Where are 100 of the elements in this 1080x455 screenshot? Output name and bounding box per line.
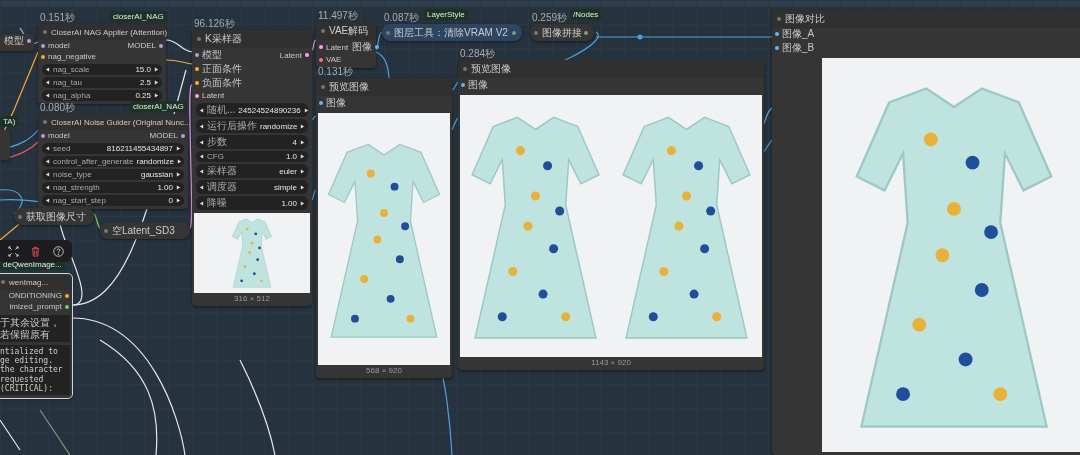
- collapse-dot-icon[interactable]: [43, 30, 47, 34]
- widget-label: control_after_generate: [53, 157, 134, 166]
- left-arrow-icon[interactable]: [45, 80, 50, 85]
- collapse-dot-icon[interactable]: [777, 16, 781, 21]
- number-widget[interactable]: 采样器 euler: [196, 164, 308, 178]
- left-arrow-icon[interactable]: [199, 168, 204, 174]
- right-arrow-icon[interactable]: [154, 67, 159, 72]
- fit-view-icon[interactable]: [7, 245, 19, 257]
- collapse-dot-icon[interactable]: [43, 120, 47, 124]
- node-panel[interactable]: 预览图像 图像 568 × 920: [316, 78, 452, 378]
- input-dot[interactable]: [319, 101, 323, 105]
- right-arrow-icon[interactable]: [176, 172, 181, 177]
- right-arrow-icon[interactable]: [300, 139, 305, 145]
- right-arrow-icon[interactable]: [300, 154, 305, 159]
- left-arrow-icon[interactable]: [45, 159, 50, 164]
- left-arrow-icon[interactable]: [45, 172, 50, 177]
- right-arrow-icon[interactable]: [176, 159, 182, 164]
- left-arrow-icon[interactable]: [199, 154, 204, 159]
- help-icon[interactable]: [53, 245, 65, 257]
- left-arrow-icon[interactable]: [199, 123, 204, 129]
- text-area-field[interactable]: 于其余设置，若保留原有: [0, 315, 70, 342]
- input-dot[interactable]: [41, 54, 45, 59]
- right-arrow-icon[interactable]: [300, 168, 305, 174]
- number-widget[interactable]: nag_alpha 0.25: [42, 90, 162, 101]
- number-widget[interactable]: nag_tau 2.5: [42, 77, 162, 88]
- collapse-dot-icon[interactable]: [386, 30, 390, 35]
- input-dot[interactable]: [195, 53, 199, 57]
- output-dot[interactable]: [512, 30, 516, 35]
- input-dot[interactable]: [319, 45, 323, 49]
- number-widget[interactable]: 步数 4: [196, 135, 308, 149]
- connection-wire: [311, 189, 317, 201]
- collapsed-node[interactable]: 获取图像尺寸: [14, 208, 94, 225]
- trash-icon[interactable]: [30, 245, 42, 257]
- left-arrow-icon[interactable]: [45, 198, 50, 203]
- left-arrow-icon[interactable]: [45, 93, 50, 98]
- number-widget[interactable]: 调度器 simple: [196, 180, 308, 194]
- left-arrow-icon[interactable]: [199, 200, 204, 206]
- node-panel[interactable]: VAE解码 Latent 图像 VAE: [316, 22, 376, 68]
- output-dot[interactable]: [584, 30, 588, 35]
- input-dot[interactable]: [41, 43, 45, 48]
- output-dot[interactable]: [181, 133, 185, 138]
- right-arrow-icon[interactable]: [154, 80, 159, 85]
- number-widget[interactable]: noise_type gaussian: [42, 169, 184, 180]
- left-arrow-icon[interactable]: [45, 67, 50, 72]
- output-dot[interactable]: [375, 45, 380, 49]
- collapse-dot-icon[interactable]: [197, 37, 201, 41]
- number-widget[interactable]: 运行后操作 randomize: [196, 119, 308, 133]
- right-arrow-icon[interactable]: [300, 184, 305, 190]
- number-widget[interactable]: 随机... 24524524890236: [196, 103, 308, 117]
- text-area-field[interactable]: ntialized to ge editing. the character requested (CRITICAL):: [0, 345, 70, 395]
- collapse-dot-icon[interactable]: [463, 67, 467, 71]
- collapse-dot-icon[interactable]: [104, 228, 108, 233]
- output-dot[interactable]: [305, 53, 309, 57]
- number-widget[interactable]: nag_scale 15.0: [42, 64, 162, 75]
- output-dot[interactable]: [65, 304, 69, 309]
- input-dot[interactable]: [195, 93, 199, 98]
- collapse-dot-icon[interactable]: [321, 85, 325, 89]
- left-arrow-icon[interactable]: [199, 139, 204, 145]
- right-arrow-icon[interactable]: [176, 146, 181, 151]
- widget-value: randomize: [136, 157, 174, 166]
- collapsed-node[interactable]: 空Latent_SD3: [100, 222, 190, 239]
- output-dot[interactable]: [159, 43, 163, 48]
- left-arrow-icon[interactable]: [199, 107, 204, 113]
- input-dot[interactable]: [41, 133, 45, 138]
- output-dot[interactable]: [27, 39, 31, 43]
- widget-value: gaussian: [140, 170, 173, 179]
- collapse-dot-icon[interactable]: [321, 29, 325, 33]
- number-widget[interactable]: CFG 1.0: [196, 151, 308, 162]
- right-arrow-icon[interactable]: [176, 198, 181, 203]
- collapse-dot-icon[interactable]: [1, 280, 5, 284]
- node-panel[interactable]: 模型: [0, 34, 34, 51]
- left-arrow-icon[interactable]: [45, 146, 50, 151]
- number-widget[interactable]: nag_strength 1.00: [42, 182, 184, 193]
- input-dot[interactable]: [195, 81, 199, 85]
- reroute-dot[interactable]: [637, 34, 643, 40]
- input-dot[interactable]: [775, 32, 779, 37]
- node-panel[interactable]: 预览图像 图像 1143 × 920: [458, 60, 764, 370]
- number-widget[interactable]: seed 816211455434897: [42, 143, 184, 154]
- node-panel[interactable]: K采样器 模型 Latent 正面条件 负面条件 Latent 随机... 24524524890236 运行后操作 randomize 步数 4 CFG 1.0 采样器 euler 调度器 simple 降噪 1.00 316 × 512: [192, 30, 312, 306]
- right-arrow-icon[interactable]: [300, 123, 306, 129]
- right-arrow-icon[interactable]: [300, 200, 305, 206]
- collapse-dot-icon[interactable]: [18, 214, 22, 219]
- input-dot[interactable]: [461, 83, 465, 87]
- node-panel[interactable]: 图像对比 图像_A 图像_B: [772, 10, 1080, 455]
- collapse-dot-icon[interactable]: [534, 30, 538, 35]
- right-arrow-icon[interactable]: [176, 185, 181, 190]
- number-widget[interactable]: control_after_generate randomize: [42, 156, 184, 167]
- left-arrow-icon[interactable]: [45, 185, 50, 190]
- input-dot[interactable]: [775, 46, 779, 51]
- collapsed-node[interactable]: 图像拼接: [530, 24, 594, 41]
- node-panel[interactable]: wenImag... ONDITIONING imized_prompt 于其余设置，若保留原有 ntialized to ge editing. the character requested (CRITICAL):: [0, 274, 72, 398]
- right-arrow-icon[interactable]: [303, 107, 309, 113]
- right-arrow-icon[interactable]: [154, 93, 159, 98]
- output-dot[interactable]: [65, 293, 69, 298]
- number-widget[interactable]: nag_start_step 0: [42, 195, 184, 206]
- left-arrow-icon[interactable]: [199, 184, 204, 190]
- input-dot[interactable]: [319, 57, 323, 62]
- collapsed-node[interactable]: 图层工具：清除VRAM V2: [382, 24, 522, 41]
- number-widget[interactable]: 降噪 1.00: [196, 196, 308, 210]
- input-dot[interactable]: [195, 67, 199, 71]
